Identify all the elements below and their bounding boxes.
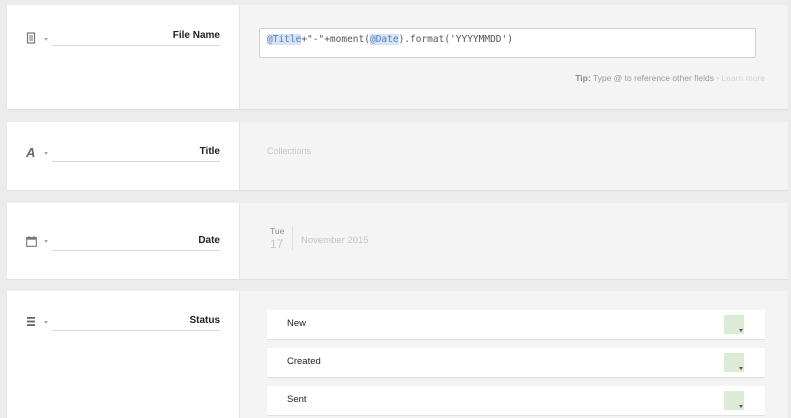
field-name-label[interactable]: Title — [52, 146, 220, 162]
status-option-label[interactable]: Created — [287, 356, 321, 367]
file-name-field-body: @Title+"-"+moment(@Date).format('YYYYMMD… — [240, 5, 788, 109]
learn-more-link[interactable]: Learn more — [722, 73, 765, 83]
title-field-card: A Title Collections — [7, 122, 788, 190]
status-option-label[interactable]: Sent — [287, 394, 307, 405]
status-field-header: Status — [7, 291, 240, 418]
chevron-down-icon[interactable] — [44, 152, 48, 155]
calendar-icon[interactable] — [26, 236, 38, 248]
date-month-year[interactable]: November 2015 — [301, 235, 369, 246]
date-field-body: Tue 17 November 2015 — [240, 203, 788, 279]
formula-token-title: @Title — [267, 34, 302, 45]
chevron-down-icon[interactable] — [44, 240, 48, 243]
chevron-down-icon — [739, 405, 743, 408]
file-name-field-header: File Name — [7, 5, 240, 109]
status-option-row[interactable]: Sent — [267, 386, 765, 415]
formula-text: ).format('YYYYMMDD') — [398, 34, 513, 45]
date-day-block[interactable]: Tue 17 — [270, 226, 293, 251]
date-field-card: Date Tue 17 November 2015 — [7, 203, 788, 279]
title-value: Collections — [267, 146, 312, 156]
title-field-header: A Title — [7, 122, 240, 190]
formula-input[interactable]: @Title+"-"+moment(@Date).format('YYYYMMD… — [259, 28, 756, 58]
color-swatch-dropdown[interactable] — [724, 315, 744, 334]
color-swatch-dropdown[interactable] — [724, 353, 744, 372]
date-weekday: Tue — [270, 226, 285, 236]
status-field-body: New Created Sent — [240, 291, 788, 418]
color-swatch-dropdown[interactable] — [724, 391, 744, 410]
tip-prefix: Tip: — [575, 73, 591, 83]
status-option-row[interactable]: Created — [267, 348, 765, 377]
field-name-label[interactable]: Date — [52, 235, 220, 251]
tip-text: Type @ to reference other fields · — [590, 73, 722, 83]
list-icon[interactable] — [26, 316, 38, 328]
status-option-row[interactable]: New — [267, 310, 765, 339]
text-icon[interactable]: A — [26, 146, 38, 159]
formula-token-date: @Date — [369, 34, 399, 45]
chevron-down-icon[interactable] — [44, 321, 48, 324]
field-name-label[interactable]: Status — [52, 315, 220, 331]
chevron-down-icon — [739, 367, 743, 370]
document-icon[interactable] — [26, 32, 38, 44]
status-field-card: Status New Created Sent — [7, 291, 788, 418]
formula-text: +"-"+moment( — [301, 34, 370, 45]
file-name-field-card: File Name @Title+"-"+moment(@Date).forma… — [7, 5, 788, 109]
date-day-number: 17 — [270, 237, 284, 251]
date-field-header: Date — [7, 203, 240, 279]
title-field-body: Collections — [240, 122, 788, 190]
status-option-label[interactable]: New — [287, 318, 306, 329]
chevron-down-icon[interactable] — [44, 38, 48, 41]
chevron-down-icon — [739, 329, 743, 332]
field-name-label[interactable]: File Name — [52, 30, 220, 46]
formula-tip: Tip: Type @ to reference other fields · … — [575, 73, 765, 83]
